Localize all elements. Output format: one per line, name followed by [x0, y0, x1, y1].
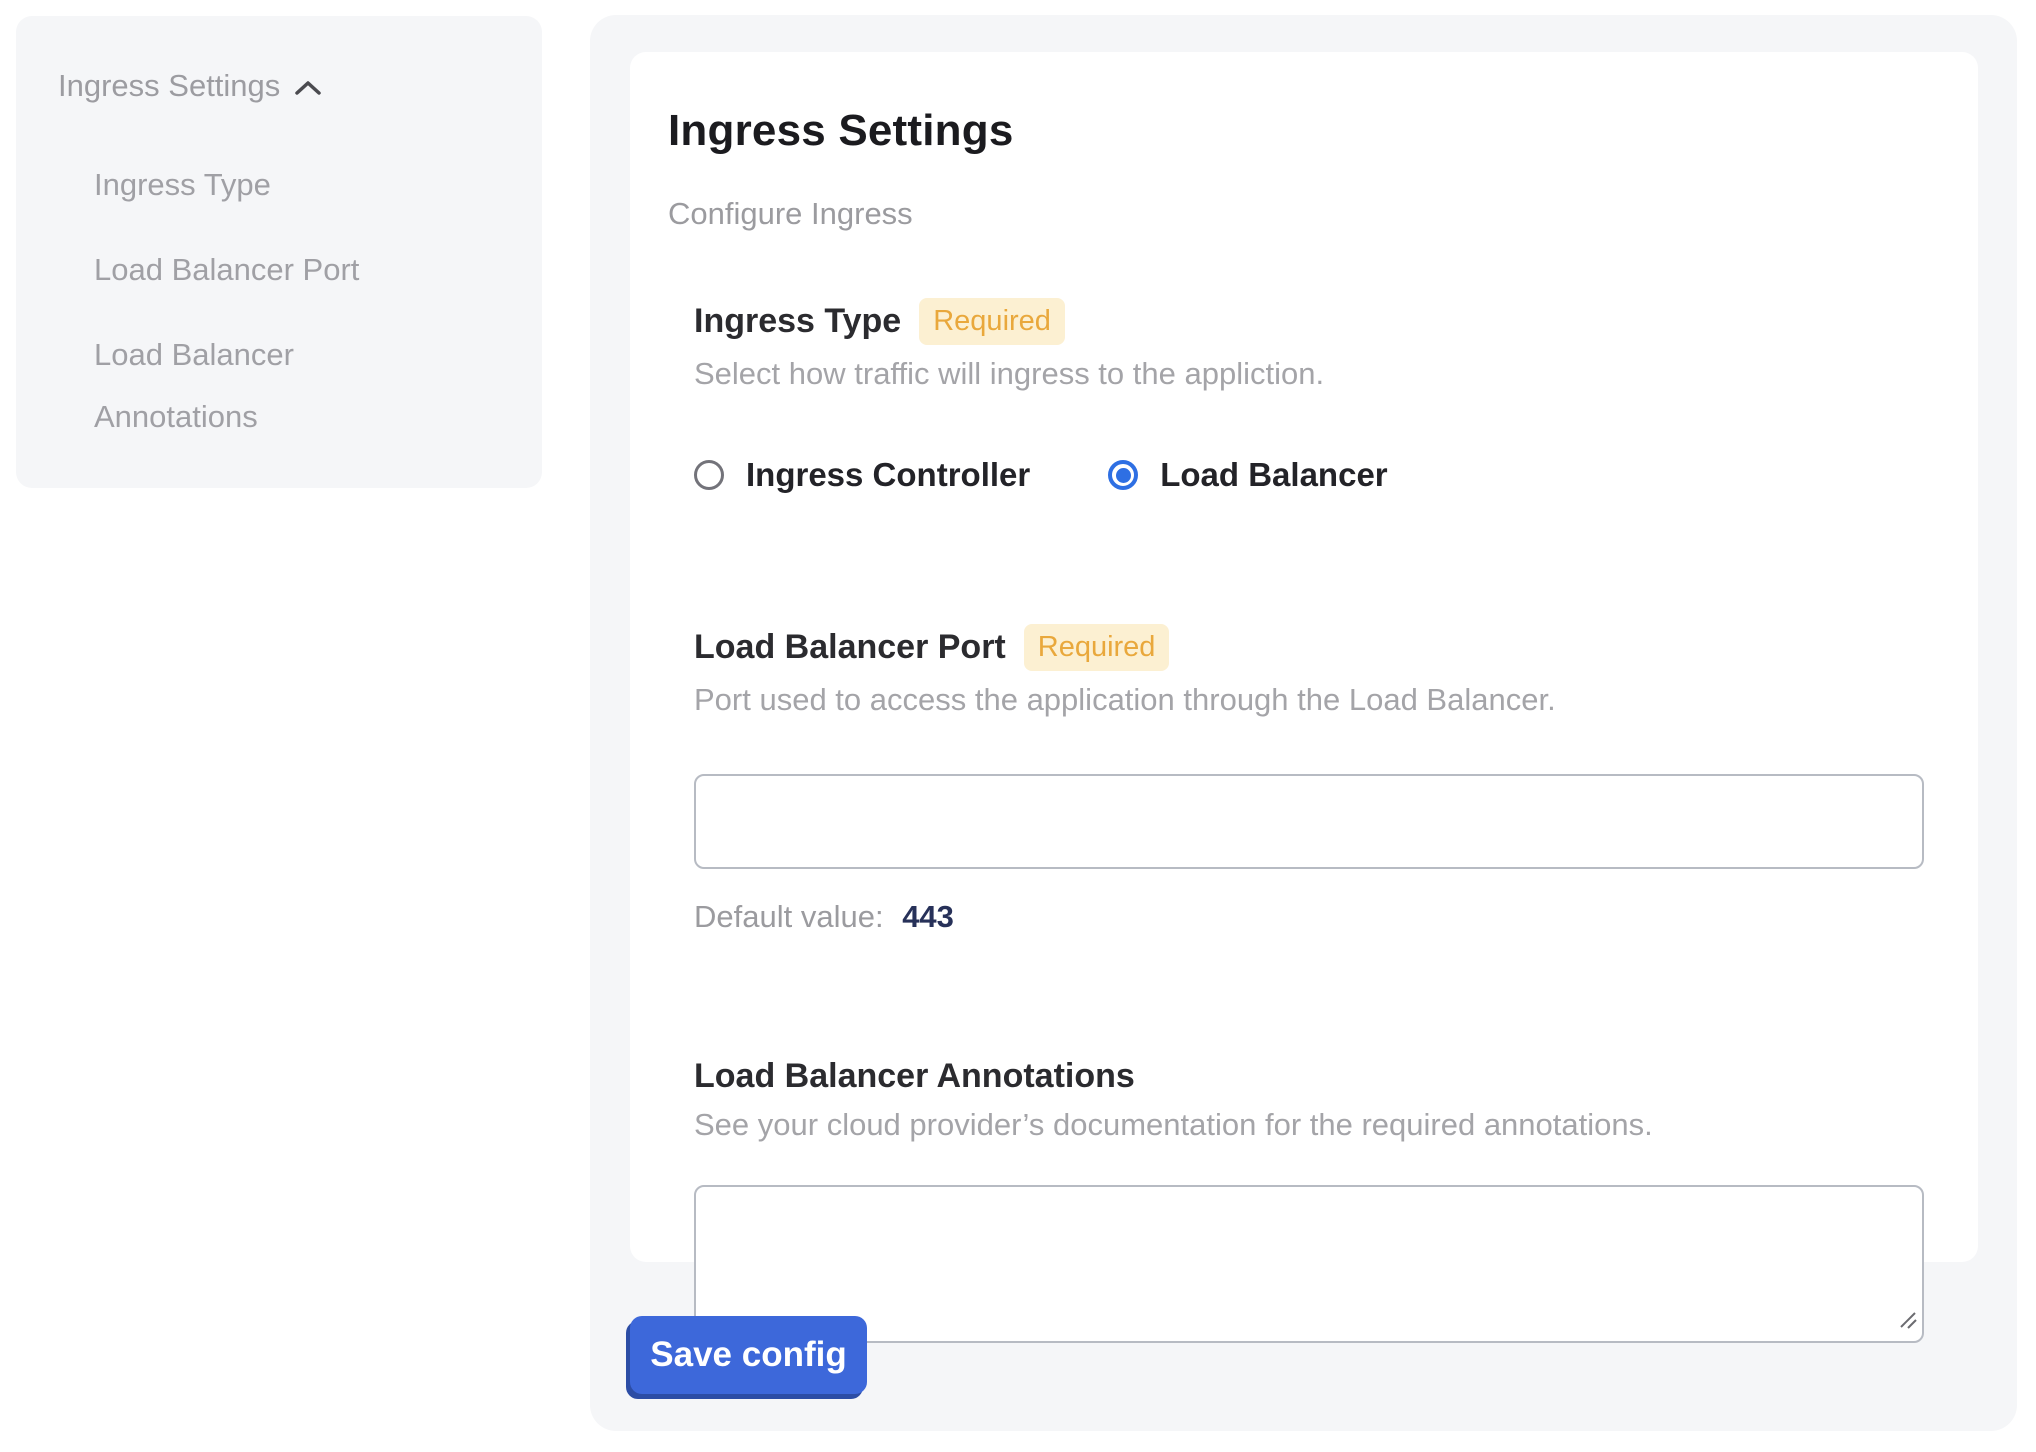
page-title: Ingress Settings	[668, 106, 1924, 156]
save-config-button[interactable]: Save config	[630, 1316, 867, 1394]
load-balancer-annotations-description: See your cloud provider’s documentation …	[694, 1107, 1924, 1143]
ingress-type-label: Ingress Type	[694, 302, 901, 341]
radio-label: Ingress Controller	[746, 456, 1030, 494]
load-balancer-port-label: Load Balancer Port	[694, 628, 1006, 667]
default-value-row: Default value: 443	[694, 899, 1924, 935]
ingress-type-radio-group: Ingress Controller Load Balancer	[694, 456, 1924, 494]
default-value-label: Default value:	[694, 899, 884, 934]
section-load-balancer-port: Load Balancer Port Required Port used to…	[694, 624, 1924, 935]
radio-checked-icon[interactable]	[1108, 460, 1138, 490]
ingress-type-description: Select how traffic will ingress to the a…	[694, 356, 1924, 392]
sidebar-section-ingress-settings[interactable]: Ingress Settings	[58, 68, 502, 104]
page: Ingress Settings Ingress Type Load Balan…	[0, 0, 2036, 1452]
form-sections: Ingress Type Required Select how traffic…	[694, 298, 1924, 1343]
sidebar-item-ingress-type[interactable]: Ingress Type	[94, 154, 424, 216]
load-balancer-port-description: Port used to access the application thro…	[694, 682, 1924, 718]
sidebar-section-label: Ingress Settings	[58, 68, 280, 104]
section-ingress-type: Ingress Type Required Select how traffic…	[694, 298, 1924, 494]
main-panel: Ingress Settings Configure Ingress Ingre…	[590, 15, 2017, 1431]
load-balancer-annotations-label: Load Balancer Annotations	[694, 1057, 1135, 1096]
load-balancer-annotations-textarea[interactable]	[694, 1185, 1924, 1343]
settings-sidebar: Ingress Settings Ingress Type Load Balan…	[16, 16, 542, 488]
ingress-settings-card: Ingress Settings Configure Ingress Ingre…	[630, 52, 1978, 1262]
default-value: 443	[902, 899, 954, 934]
sidebar-list: Ingress Type Load Balancer Port Load Bal…	[94, 154, 502, 448]
chevron-up-icon	[294, 78, 322, 98]
radio-option-ingress-controller[interactable]: Ingress Controller	[694, 456, 1030, 494]
radio-label: Load Balancer	[1160, 456, 1387, 494]
resize-handle-icon[interactable]	[1897, 1309, 1919, 1336]
required-badge: Required	[919, 298, 1065, 345]
radio-unchecked-icon[interactable]	[694, 460, 724, 490]
required-badge: Required	[1024, 624, 1170, 671]
radio-option-load-balancer[interactable]: Load Balancer	[1108, 456, 1387, 494]
page-subtitle: Configure Ingress	[668, 196, 1924, 232]
load-balancer-port-input[interactable]	[694, 774, 1924, 869]
sidebar-item-load-balancer-port[interactable]: Load Balancer Port	[94, 239, 424, 301]
section-load-balancer-annotations: Load Balancer Annotations See your cloud…	[694, 1057, 1924, 1343]
sidebar-item-load-balancer-annotations[interactable]: Load Balancer Annotations	[94, 324, 424, 448]
